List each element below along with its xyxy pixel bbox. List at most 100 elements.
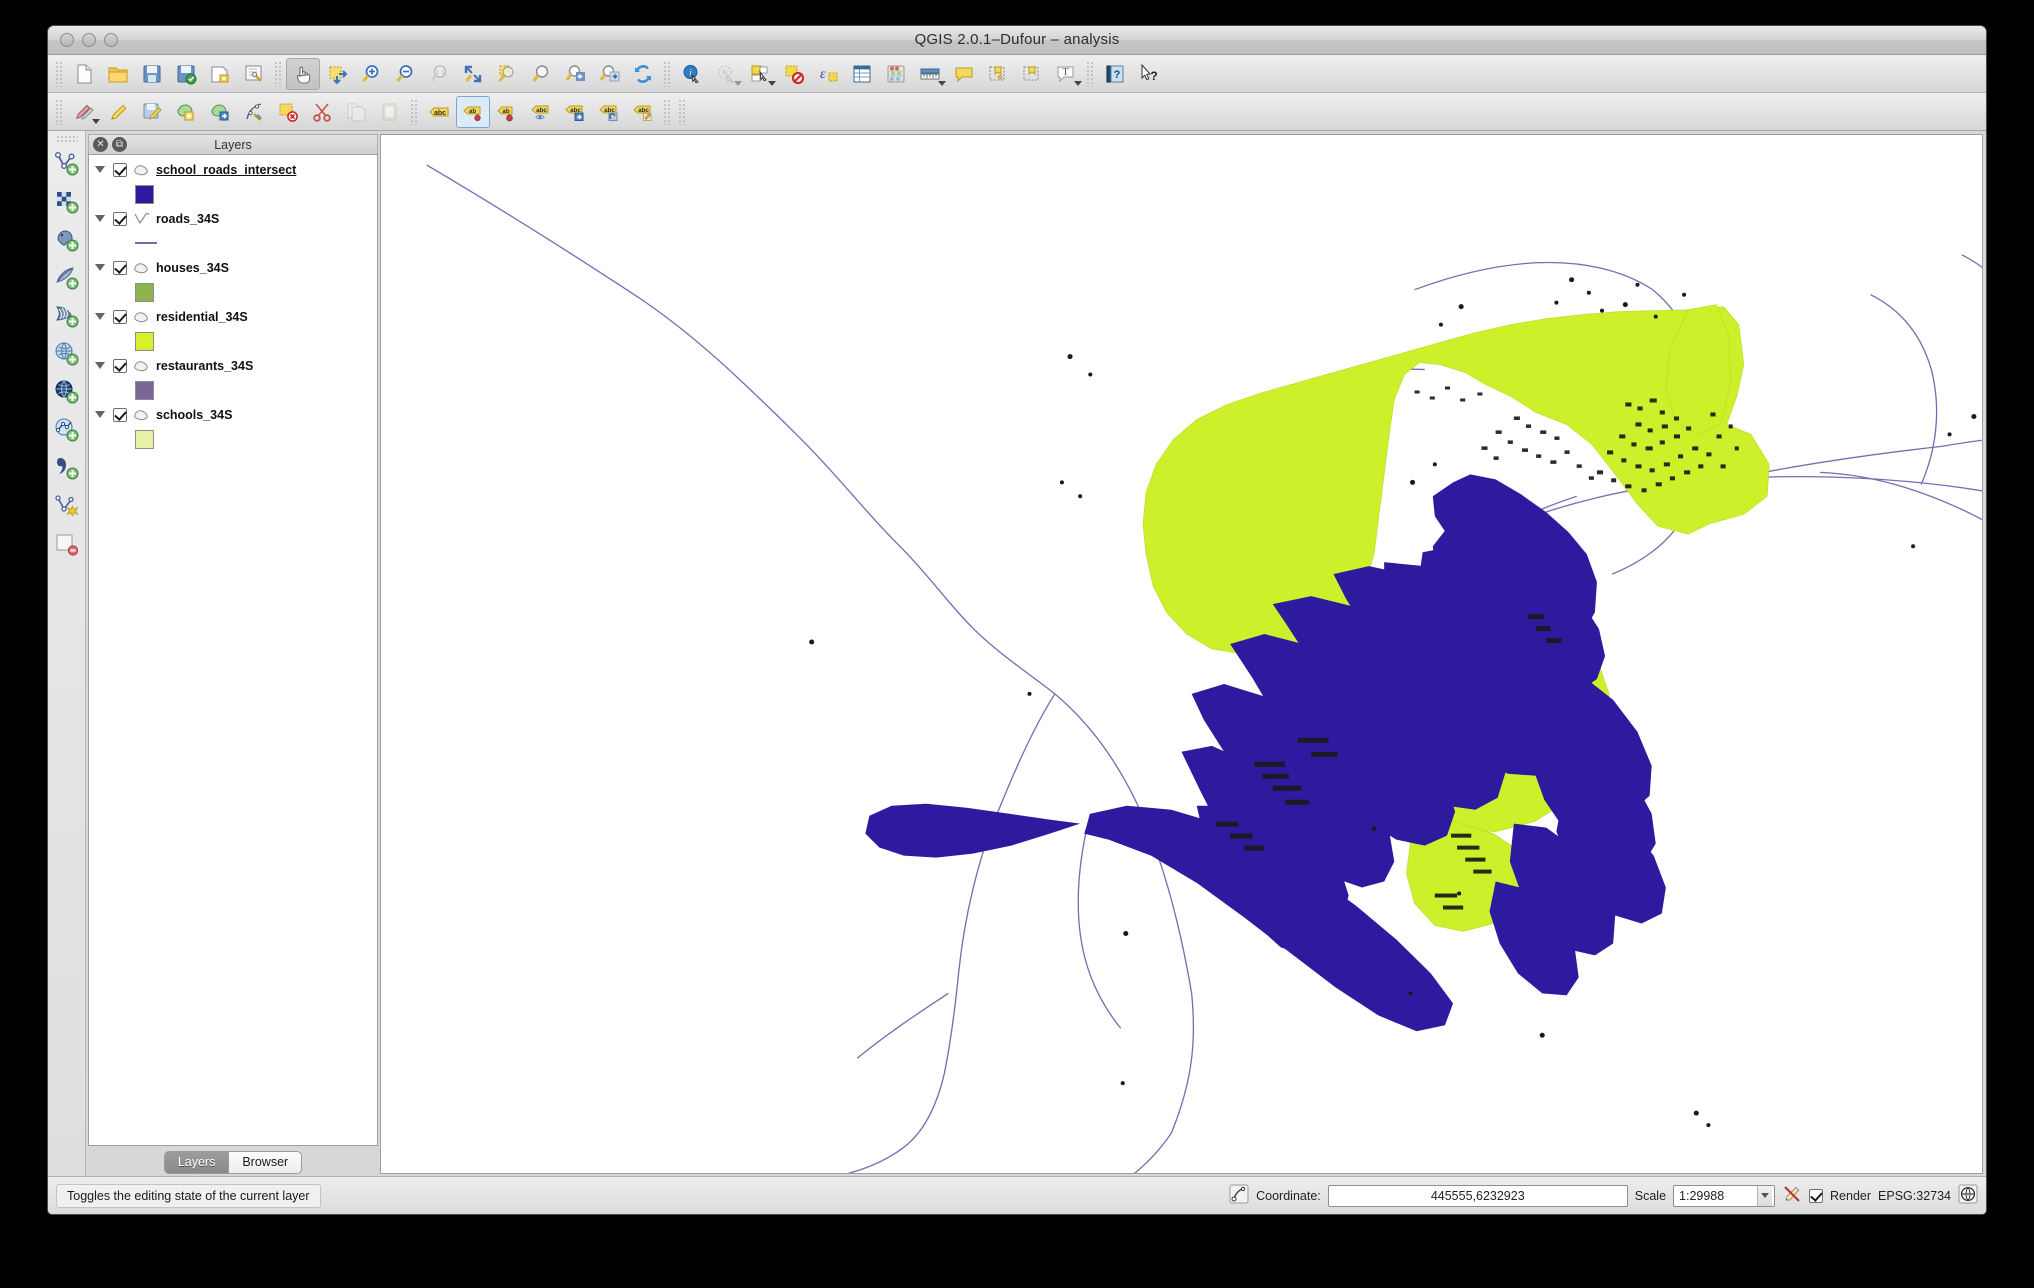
node-tool-button[interactable] [237, 96, 271, 128]
layer-item-restaurants-34s[interactable]: restaurants_34S [89, 354, 377, 377]
new-bookmark-button[interactable] [981, 58, 1015, 90]
layer-visibility-checkbox[interactable] [113, 163, 127, 177]
rotate-label-button[interactable]: abc [592, 96, 626, 128]
whats-this-button[interactable]: ? [1132, 58, 1166, 90]
scale-value[interactable]: 1:29988 [1679, 1189, 1751, 1203]
add-raster-layer-button[interactable] [50, 183, 84, 221]
statistics-button[interactable] [879, 58, 913, 90]
layer-item-roads-34s[interactable]: roads_34S [89, 207, 377, 230]
layer-item-houses-34s[interactable]: houses_34S [89, 256, 377, 279]
add-wcs-layer-button[interactable] [50, 335, 84, 373]
chevron-down-icon[interactable] [938, 81, 946, 86]
new-print-composer-button[interactable] [203, 58, 237, 90]
tab-layers[interactable]: Layers [164, 1151, 230, 1174]
expander-icon[interactable] [95, 411, 105, 418]
chevron-down-icon[interactable] [1757, 1186, 1772, 1206]
run-feature-action-button[interactable] [709, 58, 743, 90]
zoom-next-button[interactable] [592, 58, 626, 90]
layer-item-schools-34s[interactable]: schools_34S [89, 403, 377, 426]
zoom-full-button[interactable] [456, 58, 490, 90]
layer-name[interactable]: schools_34S [156, 408, 232, 422]
delete-selected-button[interactable] [271, 96, 305, 128]
layer-item-school-roads-intersect[interactable]: school_roads_intersect [89, 158, 377, 181]
layer-visibility-checkbox[interactable] [113, 310, 127, 324]
zoom-out-button[interactable] [388, 58, 422, 90]
chevron-down-icon[interactable] [768, 81, 776, 86]
pan-map-button[interactable] [286, 58, 320, 90]
expander-icon[interactable] [95, 313, 105, 320]
zoom-native-button[interactable]: 1:1 [422, 58, 456, 90]
layer-name[interactable]: school_roads_intersect [156, 163, 296, 177]
identify-features-button[interactable]: i [675, 58, 709, 90]
composer-manager-button[interactable] [237, 58, 271, 90]
toggle-editing-button[interactable] [101, 96, 135, 128]
zoom-to-selection-button[interactable] [490, 58, 524, 90]
move-label-button[interactable]: abc [558, 96, 592, 128]
layer-name[interactable]: restaurants_34S [156, 359, 253, 373]
add-spatialite-layer-button[interactable] [50, 259, 84, 297]
refresh-button[interactable] [626, 58, 660, 90]
paste-features-button[interactable] [373, 96, 407, 128]
pan-to-selection-button[interactable] [320, 58, 354, 90]
new-project-button[interactable] [67, 58, 101, 90]
help-contents-button[interactable]: ? [1098, 58, 1132, 90]
move-feature-button[interactable] [203, 96, 237, 128]
copy-features-button[interactable] [339, 96, 373, 128]
measure-line-button[interactable] [913, 58, 947, 90]
change-label-button[interactable]: abc [626, 96, 660, 128]
toolbar-grip[interactable] [55, 61, 64, 87]
toolbar-grip[interactable] [55, 99, 64, 125]
map-canvas[interactable] [380, 134, 1983, 1174]
add-postgis-layer-button[interactable] [50, 221, 84, 259]
add-vector-layer-button[interactable] [50, 145, 84, 183]
save-project-as-button[interactable] [169, 58, 203, 90]
toolbar-grip[interactable] [274, 61, 283, 87]
text-annotation-button[interactable]: T [1049, 58, 1083, 90]
coordinate-input[interactable]: 445555,6232923 [1328, 1185, 1628, 1207]
float-panel-icon[interactable]: ⧉ [112, 137, 127, 152]
deselect-features-button[interactable] [777, 58, 811, 90]
layer-visibility-checkbox[interactable] [113, 261, 127, 275]
layer-visibility-checkbox[interactable] [113, 408, 127, 422]
open-attribute-table-button[interactable] [845, 58, 879, 90]
chevron-down-icon[interactable] [92, 119, 100, 124]
show-bookmarks-button[interactable] [1015, 58, 1049, 90]
save-project-button[interactable] [135, 58, 169, 90]
chevron-down-icon[interactable] [734, 81, 742, 86]
label-button[interactable]: abc [422, 96, 456, 128]
map-tips-button[interactable] [947, 58, 981, 90]
toolbar-grip[interactable] [663, 61, 672, 87]
highlight-pinned-labels-button[interactable]: abc [524, 96, 558, 128]
crs-globe-icon[interactable] [1958, 1184, 1978, 1207]
scale-combobox[interactable]: 1:29988 [1673, 1185, 1775, 1207]
select-features-button[interactable] [743, 58, 777, 90]
layer-visibility-checkbox[interactable] [113, 212, 127, 226]
current-edits-button[interactable] [67, 96, 101, 128]
layer-item-residential-34s[interactable]: residential_34S [89, 305, 377, 328]
chevron-down-icon[interactable] [1074, 81, 1082, 86]
toolbar-grip[interactable] [663, 99, 672, 125]
pin-labels-button[interactable]: ab [456, 96, 490, 128]
expander-icon[interactable] [95, 215, 105, 222]
add-mssql-layer-button[interactable] [50, 297, 84, 335]
zoom-in-button[interactable] [354, 58, 388, 90]
add-wfs-layer-button[interactable] [50, 411, 84, 449]
expander-icon[interactable] [95, 264, 105, 271]
toolbar-grip[interactable] [56, 135, 78, 143]
remove-layer-button[interactable] [50, 525, 84, 563]
new-shapefile-layer-button[interactable] [50, 487, 84, 525]
coordinate-toggle-icon[interactable] [1229, 1184, 1249, 1207]
toolbar-grip[interactable] [1086, 61, 1095, 87]
expander-icon[interactable] [95, 362, 105, 369]
tab-browser[interactable]: Browser [229, 1151, 302, 1174]
layer-tree[interactable]: school_roads_intersect roads_34S [88, 154, 378, 1146]
cut-features-button[interactable] [305, 96, 339, 128]
add-feature-button[interactable] [169, 96, 203, 128]
zoom-to-layer-button[interactable] [524, 58, 558, 90]
add-delimited-text-layer-button[interactable] [50, 449, 84, 487]
zoom-last-button[interactable] [558, 58, 592, 90]
stop-render-icon[interactable] [1782, 1184, 1802, 1207]
layer-name[interactable]: residential_34S [156, 310, 248, 324]
layer-name[interactable]: houses_34S [156, 261, 229, 275]
render-checkbox[interactable] [1809, 1189, 1823, 1203]
